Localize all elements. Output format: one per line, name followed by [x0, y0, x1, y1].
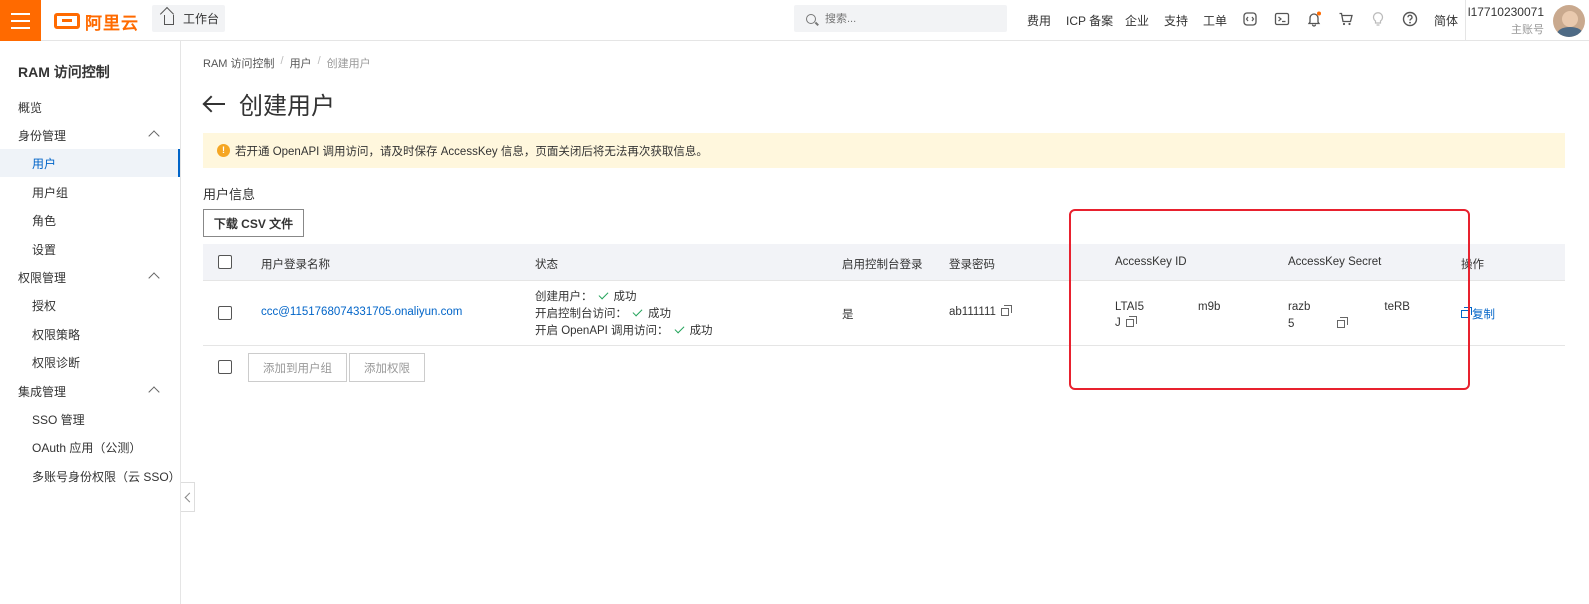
- download-csv-button[interactable]: 下载 CSV 文件: [203, 209, 304, 237]
- column-console-login: 启用控制台登录: [842, 259, 923, 271]
- column-status: 状态: [535, 259, 558, 271]
- nav-icp[interactable]: ICP 备案: [1066, 0, 1113, 41]
- breadcrumb-current: 创建用户: [326, 58, 371, 70]
- console-login-value: 是: [842, 309, 854, 321]
- sidebar-item-oauth[interactable]: OAuth 应用（公测）: [0, 433, 180, 461]
- bulb-icon[interactable]: [1370, 11, 1386, 27]
- warning-icon: !: [217, 144, 230, 157]
- sidebar-item-roles[interactable]: 角色: [0, 206, 180, 234]
- nav-ticket[interactable]: 工单: [1203, 0, 1227, 41]
- terminal-icon[interactable]: [1274, 11, 1290, 27]
- check-icon: [598, 289, 608, 299]
- bottom-select-checkbox[interactable]: [218, 360, 232, 374]
- select-all-checkbox[interactable]: [218, 255, 232, 269]
- nav-enterprise[interactable]: 企业: [1125, 0, 1149, 41]
- hamburger-menu-icon[interactable]: [0, 0, 41, 41]
- aliyun-logo-icon: [54, 13, 80, 29]
- nav-support[interactable]: 支持: [1164, 0, 1188, 41]
- search-icon: [806, 13, 816, 24]
- add-permission-button[interactable]: 添加权限: [349, 353, 425, 382]
- avatar[interactable]: [1553, 5, 1585, 37]
- sidebar-group-integration[interactable]: 集成管理: [0, 377, 180, 405]
- help-icon[interactable]: [1402, 11, 1418, 27]
- row-checkbox[interactable]: [218, 306, 232, 320]
- language-switch[interactable]: 简体: [1434, 0, 1458, 41]
- column-login-name: 用户登录名称: [261, 259, 330, 271]
- warning-notice: ! 若开通 OpenAPI 调用访问，请及时保存 AccessKey 信息，页面…: [203, 133, 1565, 168]
- sidebar-item-policies[interactable]: 权限策略: [0, 320, 180, 348]
- status-list: 创建用户： 成功 开启控制台访问： 成功 开启 OpenAPI 调用访问： 成功: [535, 289, 713, 337]
- password-cell: ab111111: [949, 304, 1012, 318]
- sidebar-group-identity[interactable]: 身份管理: [0, 121, 180, 149]
- highlight-box: [1069, 209, 1470, 390]
- sidebar-item-users[interactable]: 用户: [0, 149, 180, 177]
- check-icon: [632, 306, 643, 316]
- sidebar-group-permissions[interactable]: 权限管理: [0, 263, 180, 291]
- user-id: l17710230071: [1467, 5, 1544, 19]
- workbench-button[interactable]: 工作台: [152, 5, 225, 32]
- breadcrumb: RAM 访问控制 / 用户 / 创建用户: [203, 55, 371, 71]
- column-password: 登录密码: [949, 259, 995, 271]
- sidebar-item-diagnosis[interactable]: 权限诊断: [0, 348, 180, 376]
- home-icon: [164, 15, 174, 25]
- sidebar-title: RAM 访问控制: [18, 64, 110, 80]
- back-arrow-icon[interactable]: [203, 96, 225, 112]
- sidebar-item-cloud-sso[interactable]: 多账号身份权限（云 SSO）: [0, 462, 181, 490]
- page-title: 创建用户: [239, 93, 335, 120]
- add-to-group-button[interactable]: 添加到用户组: [248, 353, 347, 382]
- user-role: 主账号: [1511, 24, 1544, 36]
- nav-fees[interactable]: 费用: [1027, 0, 1051, 41]
- sidebar-item-grants[interactable]: 授权: [0, 291, 180, 319]
- chevron-up-icon: [148, 272, 160, 284]
- breadcrumb-ram[interactable]: RAM 访问控制: [203, 55, 275, 71]
- check-icon: [674, 323, 685, 333]
- section-title: 用户信息: [203, 187, 256, 202]
- chevron-up-icon: [148, 386, 160, 398]
- sidebar-item-settings[interactable]: 设置: [0, 235, 180, 263]
- sidebar-collapse-button[interactable]: [181, 482, 195, 512]
- bell-icon[interactable]: [1306, 11, 1322, 27]
- user-login-name[interactable]: ccc@1151768074331705.onaliyun.com: [261, 306, 462, 318]
- cart-icon[interactable]: [1338, 11, 1354, 27]
- search-input[interactable]: [825, 12, 995, 25]
- password-value: ab111111: [949, 306, 996, 318]
- page-header: 创建用户: [203, 86, 335, 121]
- copy-password-icon[interactable]: [1000, 304, 1012, 316]
- aliyun-logo[interactable]: 阿里云: [54, 9, 139, 33]
- sidebar-item-user-groups[interactable]: 用户组: [0, 178, 180, 206]
- chevron-up-icon: [148, 130, 160, 142]
- sidebar: RAM 访问控制 概览 身份管理 用户 用户组 角色 设置 权限管理 授权 权限…: [0, 41, 181, 604]
- search-box[interactable]: [794, 5, 1007, 32]
- sidebar-item-overview[interactable]: 概览: [0, 93, 180, 121]
- sidebar-item-sso[interactable]: SSO 管理: [0, 405, 180, 433]
- code-icon[interactable]: [1242, 11, 1258, 27]
- breadcrumb-users[interactable]: 用户: [290, 55, 312, 71]
- top-bar: 阿里云 工作台 费用 ICP 备案 企业 支持 工单 简体 l177102300…: [0, 0, 1589, 41]
